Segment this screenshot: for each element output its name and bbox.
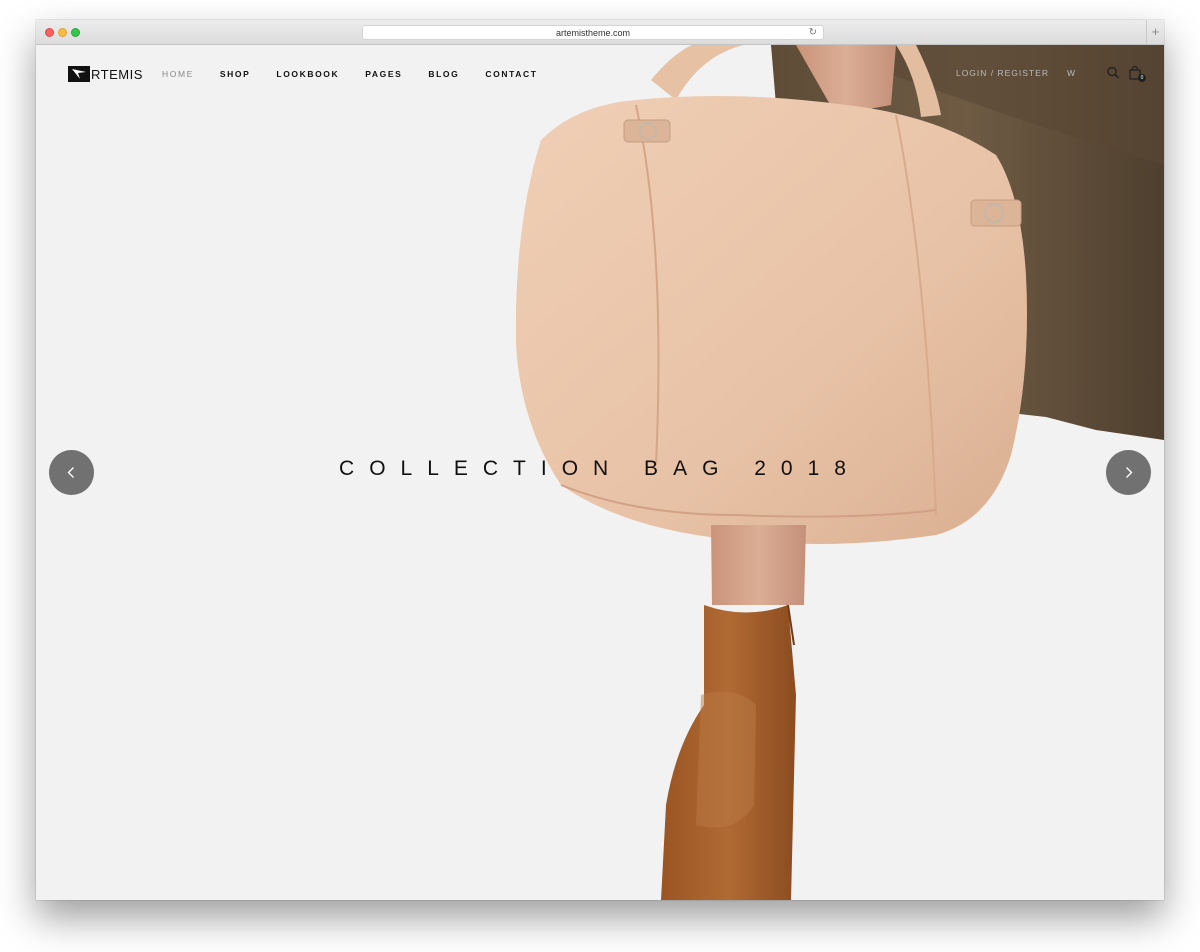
url-text: artemistheme.com [555, 28, 631, 38]
new-tab-button[interactable]: + [1146, 20, 1164, 45]
language-selector[interactable]: W [1067, 68, 1076, 78]
login-register-link[interactable]: LOGIN / REGISTER [956, 68, 1049, 78]
address-bar[interactable]: artemistheme.com ↻ [362, 25, 824, 40]
main-navigation: HOME SHOP LOOKBOOK PAGES BLOG CONTACT [162, 68, 564, 80]
nav-contact[interactable]: CONTACT [485, 68, 537, 80]
nav-shop[interactable]: SHOP [220, 68, 251, 80]
close-window-button[interactable] [45, 28, 54, 37]
reload-icon[interactable]: ↻ [809, 27, 817, 39]
logo-mark-icon [68, 66, 90, 82]
page-content: RTEMIS HOME SHOP LOOKBOOK PAGES BLOG CON… [36, 45, 1164, 900]
slider-prev-button[interactable] [49, 450, 94, 495]
nav-blog[interactable]: BLOG [428, 68, 459, 80]
search-icon[interactable] [1106, 65, 1120, 81]
minimize-window-button[interactable] [58, 28, 67, 37]
chevron-left-icon [67, 467, 74, 478]
nav-lookbook[interactable]: LOOKBOOK [276, 68, 339, 80]
slide-title: COLLECTION BAG 2018 [339, 457, 861, 480]
shopping-bag-icon[interactable]: 0 [1128, 65, 1146, 82]
nav-pages[interactable]: PAGES [365, 68, 402, 80]
zoom-window-button[interactable] [71, 28, 80, 37]
header-actions: LOGIN / REGISTER W 0 [956, 65, 1146, 82]
slider-next-button[interactable] [1106, 450, 1151, 495]
browser-titlebar: artemistheme.com ↻ + [36, 20, 1164, 45]
nav-home[interactable]: HOME [162, 68, 194, 80]
site-logo[interactable]: RTEMIS [68, 65, 143, 83]
chevron-right-icon [1126, 467, 1133, 478]
browser-window: artemistheme.com ↻ + RTEMIS HOME SHOP LO… [36, 20, 1164, 900]
logo-text: RTEMIS [91, 66, 143, 82]
cart-count-badge: 0 [1138, 74, 1146, 82]
